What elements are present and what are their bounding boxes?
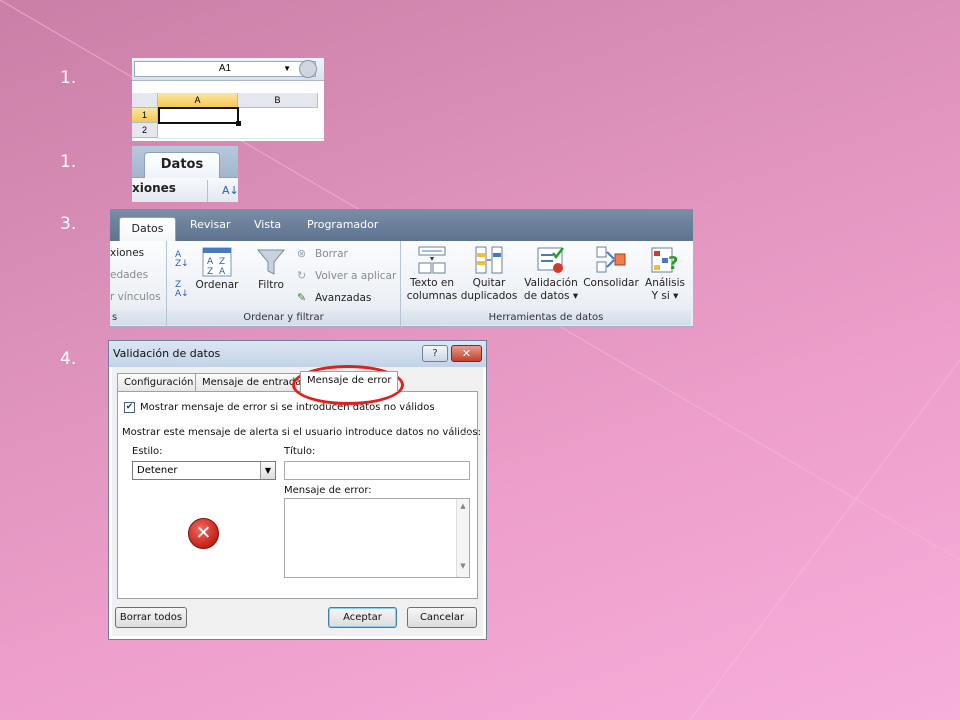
connections-group: xiones edades r vínculos s (110, 241, 167, 327)
sort-filter-group-label: Ordenar y filtrar (167, 310, 400, 325)
chevron-down-icon[interactable]: ▼ (260, 462, 275, 479)
step-number-2: 1. (60, 152, 77, 172)
step-number-1: 1. (60, 68, 77, 88)
data-validation-label-1: Validación (524, 277, 578, 289)
close-icon[interactable]: ✕ (451, 345, 482, 362)
svg-text:Z: Z (219, 257, 225, 267)
remove-duplicates-icon (475, 246, 503, 274)
row-header-1[interactable]: 1 (132, 108, 158, 123)
spreadsheet-snippet: A1 ▼ A B 1 2 (132, 58, 324, 141)
error-message-panel: ✔ Mostrar mensaje de error si se introdu… (117, 391, 481, 599)
svg-text:Z: Z (207, 267, 213, 277)
reapply-icon: ↻ (297, 269, 307, 282)
sort-button-label: Ordenar (195, 279, 239, 291)
sort-filter-group: A Z↓ Z A↓ A Z Z A Ordenar Filtro ⊗ Borra… (167, 241, 401, 327)
sort-a-z-icon[interactable]: A Z↓ (175, 251, 189, 269)
stop-error-icon: ✕ (188, 518, 219, 549)
style-select[interactable]: Detener ▼ (132, 461, 276, 480)
tab-datos-ribbon[interactable]: Datos (119, 217, 176, 241)
title-label: Título: (284, 446, 316, 457)
properties-item: edades (110, 269, 149, 281)
clear-filter-label: Borrar (315, 248, 348, 260)
formula-bar: A1 ▼ (132, 58, 324, 81)
remove-duplicates-label-2: duplicados (460, 290, 518, 302)
show-error-checkbox-label[interactable]: Mostrar mensaje de error si se introduce… (140, 402, 435, 413)
text-to-columns-button[interactable]: Texto en columnas (405, 245, 459, 303)
title-input[interactable] (284, 461, 470, 480)
row-header-2[interactable]: 2 (132, 123, 158, 138)
connections-item[interactable]: xiones (110, 247, 144, 259)
tab-mensaje-de-error[interactable]: Mensaje de error (300, 371, 399, 392)
cell-grid: A B 1 2 (132, 93, 324, 141)
show-error-checkbox[interactable]: ✔ (124, 402, 135, 413)
tab-programador[interactable]: Programador (307, 218, 378, 231)
data-validation-dialog: Validación de datos ? ✕ Configuración Me… (108, 340, 487, 640)
data-validation-icon (537, 247, 564, 273)
data-ribbon: Datos Revisar Vista Programador xiones e… (110, 209, 693, 327)
remove-duplicates-label-1: Quitar (472, 277, 506, 289)
what-if-label-2: Y si ▾ (651, 290, 679, 302)
step-number-4: 4. (60, 349, 77, 369)
tab-datos[interactable]: Datos (144, 152, 220, 178)
clear-all-button[interactable]: Borrar todos (115, 607, 187, 628)
alert-section-label: Mostrar este mensaje de alerta si el usu… (122, 427, 481, 438)
cell-a1-selected[interactable] (158, 107, 241, 126)
filter-button[interactable]: Filtro (253, 247, 289, 292)
text-to-columns-label-1: Texto en (409, 277, 455, 289)
resize-handle-icon[interactable] (299, 60, 317, 78)
data-tools-group: Texto en columnas Quitar duplicados Vali… (401, 241, 691, 327)
tab-mensaje-de-entrada[interactable]: Mensaje de entrada (195, 373, 309, 392)
what-if-label-1: Análisis (645, 277, 685, 289)
data-tools-group-label: Herramientas de datos (401, 310, 691, 325)
text-to-columns-icon (418, 246, 446, 274)
remove-duplicates-button[interactable]: Quitar duplicados (460, 245, 518, 303)
filter-funnel-icon (256, 249, 286, 275)
tab-configuracion[interactable]: Configuración (117, 373, 201, 392)
reapply-label: Volver a aplicar (315, 270, 397, 282)
error-message-label: Mensaje de error: (284, 485, 372, 496)
sort-button[interactable]: A Z Z A Ordenar (194, 247, 240, 292)
what-if-analysis-button[interactable]: ? Análisis Y si ▾ (642, 245, 688, 303)
textarea-scrollbar[interactable]: ▲ ▼ (456, 499, 469, 577)
advanced-filter-icon[interactable]: ✎ (297, 291, 306, 304)
data-validation-label-2: de datos ▾ (523, 290, 579, 302)
cancel-button[interactable]: Cancelar (407, 607, 477, 628)
section-divider (461, 433, 475, 434)
consolidate-label: Consolidar (583, 277, 639, 289)
chevron-down-icon[interactable]: ▼ (283, 62, 291, 76)
name-box-value: A1 (218, 63, 232, 74)
connections-partial-text: xiones (132, 181, 176, 195)
error-message-textarea[interactable]: ▲ ▼ (284, 498, 470, 578)
tab-revisar[interactable]: Revisar (190, 218, 230, 231)
select-all-corner[interactable] (132, 93, 158, 108)
svg-text:A: A (207, 257, 214, 267)
consolidate-icon (596, 246, 626, 273)
column-header-a[interactable]: A (158, 93, 238, 108)
svg-text:?: ? (668, 253, 678, 274)
tab-vista[interactable]: Vista (254, 218, 281, 231)
step-number-3: 3. (60, 214, 77, 234)
connections-group-label: s (110, 310, 166, 325)
name-box[interactable]: A1 ▼ (134, 60, 317, 78)
style-select-value: Detener (137, 465, 178, 476)
ribbon-body: xiones edades r vínculos s A Z↓ Z A↓ A Z Z… (110, 241, 693, 327)
edit-links-item: r vínculos (110, 291, 161, 303)
help-icon[interactable]: ? (422, 345, 448, 362)
ok-button[interactable]: Aceptar (328, 607, 397, 628)
datos-tab-snippet: Datos xiones A↓ (132, 146, 238, 202)
style-label: Estilo: (132, 446, 163, 457)
sort-dialog-icon: A Z Z A (202, 247, 232, 277)
advanced-filter-label[interactable]: Avanzadas (315, 292, 371, 304)
sort-z-a-icon[interactable]: Z A↓ (175, 281, 189, 299)
text-to-columns-label-2: columnas (406, 290, 458, 302)
what-if-icon: ? (651, 247, 678, 274)
filter-button-label: Filtro (258, 279, 284, 291)
data-validation-button[interactable]: Validación de datos ▾ (522, 245, 580, 303)
column-header-b[interactable]: B (238, 93, 318, 108)
ribbon-tabs: Datos Revisar Vista Programador (110, 209, 693, 241)
sort-az-icon[interactable]: A↓ (222, 184, 238, 197)
svg-text:A: A (219, 267, 226, 277)
clear-filter-icon: ⊗ (297, 247, 307, 260)
consolidate-button[interactable]: Consolidar (581, 245, 641, 290)
